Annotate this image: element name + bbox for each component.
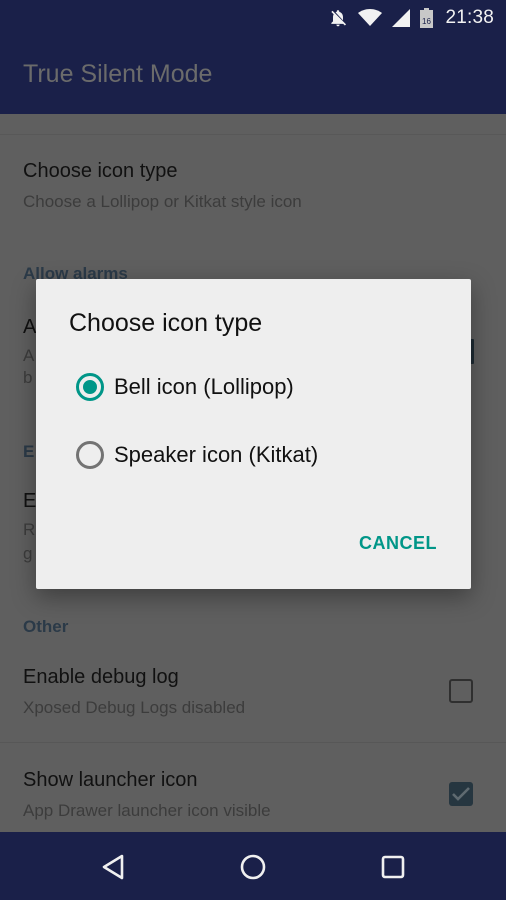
svg-text:16: 16	[423, 17, 432, 26]
notifications-off-icon	[328, 8, 348, 28]
choose-icon-summary: Choose a Lollipop or Kitkat style icon	[23, 192, 302, 211]
battery-icon: 16	[420, 8, 434, 28]
wifi-icon	[358, 9, 383, 27]
radio-checked-icon[interactable]	[76, 373, 104, 401]
checkmark-icon	[452, 787, 470, 801]
divider	[0, 742, 506, 743]
section-header-other: Other	[23, 617, 69, 636]
choose-icon-title[interactable]: Choose icon type	[23, 160, 178, 183]
e-item-summary: R	[23, 520, 36, 539]
status-icons: 16 21:38	[328, 0, 494, 36]
section-header-e: E	[23, 442, 35, 461]
app-bar: True Silent Mode	[0, 36, 506, 114]
back-button[interactable]	[96, 850, 130, 884]
option-speaker-icon[interactable]: Speaker icon (Kitkat)	[76, 435, 318, 475]
status-bar: 16 21:38	[0, 0, 506, 36]
radio-unchecked-icon[interactable]	[76, 441, 104, 469]
option-bell-icon[interactable]: Bell icon (Lollipop)	[76, 367, 294, 407]
launcher-icon-summary: App Drawer launcher icon visible	[23, 801, 271, 820]
home-button[interactable]	[236, 850, 270, 884]
cancel-button[interactable]: CANCEL	[359, 533, 437, 554]
debug-log-summary: Xposed Debug Logs disabled	[23, 698, 246, 717]
launcher-icon-title[interactable]: Show launcher icon	[23, 769, 198, 792]
debug-log-title[interactable]: Enable debug log	[23, 666, 179, 689]
app-title: True Silent Mode	[23, 60, 213, 88]
option-label: Speaker icon (Kitkat)	[114, 442, 319, 467]
e-item-title[interactable]: E	[23, 490, 36, 513]
option-label: Bell icon (Lollipop)	[114, 374, 294, 399]
cell-signal-icon	[392, 9, 411, 27]
back-icon	[102, 854, 124, 880]
dialog-title: Choose icon type	[69, 309, 263, 337]
recents-icon	[381, 855, 405, 879]
home-icon	[240, 854, 266, 880]
divider	[0, 134, 506, 135]
allow-alarms-item-summary-line2: b	[23, 368, 33, 387]
debug-log-checkbox[interactable]	[449, 679, 473, 703]
clock: 21:38	[445, 7, 494, 28]
allow-alarms-item-title[interactable]: A	[23, 316, 36, 339]
allow-alarms-item-summary: A	[23, 346, 35, 365]
e-item-summary-line2: g	[23, 544, 33, 563]
choose-icon-dialog: Choose icon type Bell icon (Lollipop) Sp…	[36, 279, 471, 589]
navigation-bar	[0, 832, 506, 900]
launcher-icon-checkbox[interactable]	[449, 782, 473, 806]
recents-button[interactable]	[376, 850, 410, 884]
